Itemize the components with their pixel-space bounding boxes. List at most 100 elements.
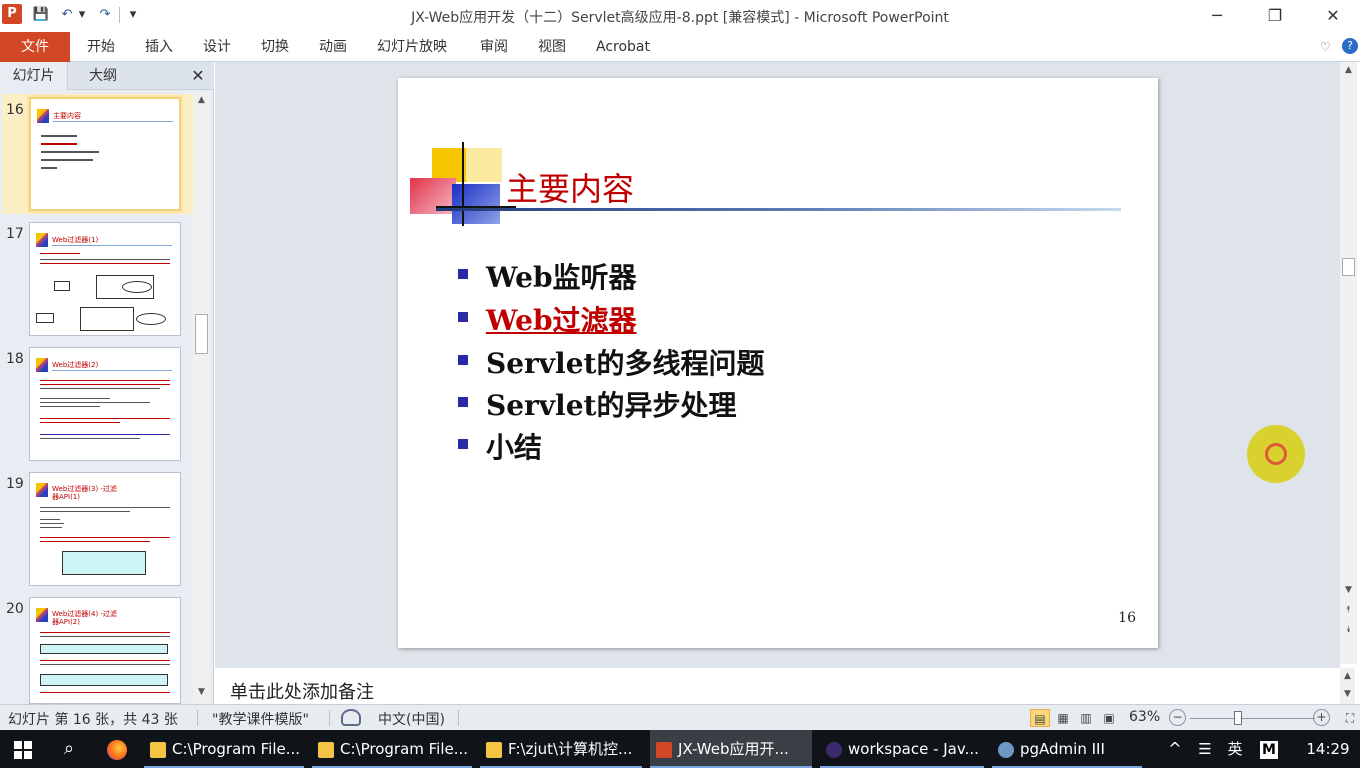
- taskbar-item-pgadmin[interactable]: pgAdmin III: [992, 730, 1142, 768]
- bullet-text: Servlet的异步处理: [486, 389, 737, 422]
- thumbnail-text-line: [40, 507, 170, 508]
- search-icon[interactable]: ⌕: [52, 730, 86, 768]
- thumbnail-title: 主要内容: [53, 112, 81, 120]
- ime-language-indicator[interactable]: 英: [1224, 730, 1246, 768]
- thumbnail-diagram-oval: [136, 313, 166, 325]
- scroll-up-icon[interactable]: ▲: [193, 92, 210, 109]
- slide-scrollbar[interactable]: ▲ ▼ ⯭ ⯯: [1340, 62, 1357, 664]
- language-status[interactable]: 中文(中国): [378, 709, 445, 729]
- folder-icon: [486, 741, 502, 758]
- taskbar-item-explorer-2[interactable]: C:\Program File...: [312, 730, 472, 768]
- collapse-ribbon-icon[interactable]: ♡: [1320, 32, 1331, 62]
- tab-animations[interactable]: 动画: [319, 32, 347, 62]
- taskbar-item-explorer-3[interactable]: F:\zjut\计算机控...: [480, 730, 642, 768]
- restore-button[interactable]: ❐: [1252, 0, 1298, 32]
- notes-placeholder[interactable]: 单击此处添加备注: [230, 678, 374, 704]
- thumbnail-slide-20[interactable]: Web过滤器(4) -过滤器API(2): [29, 597, 181, 704]
- bullet-icon: [458, 397, 468, 407]
- status-separator: [329, 710, 330, 726]
- thumbnail-text-line: [40, 263, 170, 264]
- zoom-in-button[interactable]: +: [1313, 709, 1330, 726]
- notes-pane[interactable]: 单击此处添加备注 ▲ ▼: [215, 664, 1355, 704]
- slide-canvas[interactable]: 主要内容 Web监听器 Web过滤器 Servlet的多线程问题 Servlet…: [398, 78, 1158, 648]
- tab-insert[interactable]: 插入: [145, 32, 173, 62]
- tab-slides[interactable]: 幻灯片: [0, 62, 68, 90]
- tab-home[interactable]: 开始: [87, 32, 115, 62]
- thumbnail-title: Web过滤器(1): [52, 236, 99, 244]
- taskbar-item-label: JX-Web应用开...: [678, 740, 789, 758]
- bullet-text: 小结: [486, 431, 543, 464]
- cursor-pointer-icon: [1265, 443, 1287, 465]
- bullet-icon: [458, 312, 468, 322]
- tab-review[interactable]: 审阅: [480, 32, 508, 62]
- zoom-out-button[interactable]: −: [1169, 709, 1186, 726]
- bullet-link[interactable]: Web过滤器: [486, 299, 637, 339]
- title-decoration-icon: [36, 608, 48, 622]
- firefox-icon[interactable]: [100, 730, 134, 768]
- scroll-up-icon[interactable]: ▲: [1340, 668, 1355, 685]
- scroll-down-icon[interactable]: ▼: [193, 684, 210, 701]
- thumbnail-diagram-box: [80, 307, 134, 331]
- thumbnail-text-line: [41, 135, 77, 137]
- thumbnail-slide-19[interactable]: Web过滤器(3) -过滤器API(1): [29, 472, 181, 586]
- scroll-up-icon[interactable]: ▲: [1340, 62, 1357, 79]
- spellcheck-icon[interactable]: [341, 709, 361, 726]
- previous-slide-icon[interactable]: ⯭: [1340, 602, 1357, 619]
- scroll-down-icon[interactable]: ▼: [1340, 582, 1357, 599]
- thumbnail-text-line: [40, 253, 80, 254]
- bullet-text: Web监听器: [486, 261, 637, 294]
- thumbnail-text-line: [40, 664, 170, 665]
- zoom-slider-thumb[interactable]: [1233, 711, 1242, 725]
- close-pane-icon[interactable]: ✕: [186, 62, 210, 90]
- taskbar-item-eclipse[interactable]: workspace - Jav...: [820, 730, 984, 768]
- reading-view-button[interactable]: ▥: [1076, 709, 1096, 727]
- thumbnail-title-line: [52, 245, 172, 246]
- tab-outline[interactable]: 大纲: [70, 62, 136, 90]
- thumbnail-slide-18[interactable]: Web过滤器(2): [29, 347, 181, 461]
- thumbnail-text-line: [40, 380, 170, 381]
- tab-slideshow[interactable]: 幻灯片放映: [377, 32, 447, 62]
- scroll-thumb[interactable]: [195, 314, 208, 354]
- tab-view[interactable]: 视图: [538, 32, 566, 62]
- thumbnail-text-line: [40, 406, 100, 407]
- folder-icon: [318, 741, 334, 758]
- tab-transitions[interactable]: 切换: [261, 32, 289, 62]
- thumbnail-scrollbar[interactable]: ▲ ▼: [193, 92, 210, 704]
- tab-acrobat[interactable]: Acrobat: [596, 32, 650, 62]
- theme-name: "教学课件模版": [212, 712, 309, 728]
- folder-icon: [150, 741, 166, 758]
- title-underline: [436, 208, 1121, 211]
- normal-view-button[interactable]: ▤: [1030, 709, 1050, 727]
- tab-design[interactable]: 设计: [203, 32, 231, 62]
- thumbnail-number: 20: [6, 601, 24, 617]
- next-slide-icon[interactable]: ⯯: [1340, 622, 1357, 639]
- slide-sorter-view-button[interactable]: ▦: [1053, 709, 1073, 727]
- notes-scrollbar[interactable]: ▲ ▼: [1340, 668, 1355, 704]
- thumbnail-slide-16[interactable]: 主要内容: [29, 97, 181, 211]
- minimize-button[interactable]: ─: [1194, 0, 1240, 32]
- ribbon-tabs: 文件 开始 插入 设计 切换 动画 幻灯片放映 审阅 视图 Acrobat ♡ …: [0, 32, 1360, 62]
- tab-file[interactable]: 文件: [0, 32, 70, 62]
- title-decoration-icon: [36, 233, 48, 247]
- slideshow-view-button[interactable]: ▣: [1099, 709, 1119, 727]
- thumbnail-title: Web过滤器(3) -过滤器API(1): [52, 485, 117, 501]
- thumbnail-text-line: [40, 660, 170, 661]
- clock[interactable]: 14:29: [1300, 730, 1356, 768]
- title-decoration-icon: [37, 109, 49, 123]
- thumbnail-slide-17[interactable]: Web过滤器(1): [29, 222, 181, 336]
- scroll-down-icon[interactable]: ▼: [1340, 686, 1355, 703]
- help-icon[interactable]: ?: [1342, 38, 1358, 54]
- zoom-slider-track[interactable]: [1190, 718, 1315, 719]
- scroll-thumb[interactable]: [1342, 258, 1355, 276]
- taskbar-item-explorer-1[interactable]: C:\Program File...: [144, 730, 304, 768]
- tray-expand-icon[interactable]: ^: [1164, 730, 1186, 768]
- zoom-level[interactable]: 63%: [1129, 709, 1160, 725]
- thumbnail-text-line: [40, 418, 170, 419]
- input-method-icon[interactable]: ☰: [1194, 730, 1216, 768]
- start-button[interactable]: [0, 730, 46, 768]
- malwarebytes-icon[interactable]: M: [1258, 730, 1280, 768]
- fit-to-window-button[interactable]: ⛶: [1340, 709, 1360, 727]
- thumbnail-code-box: [62, 551, 146, 575]
- taskbar-item-powerpoint[interactable]: JX-Web应用开...: [650, 730, 812, 768]
- close-button[interactable]: ✕: [1310, 0, 1356, 32]
